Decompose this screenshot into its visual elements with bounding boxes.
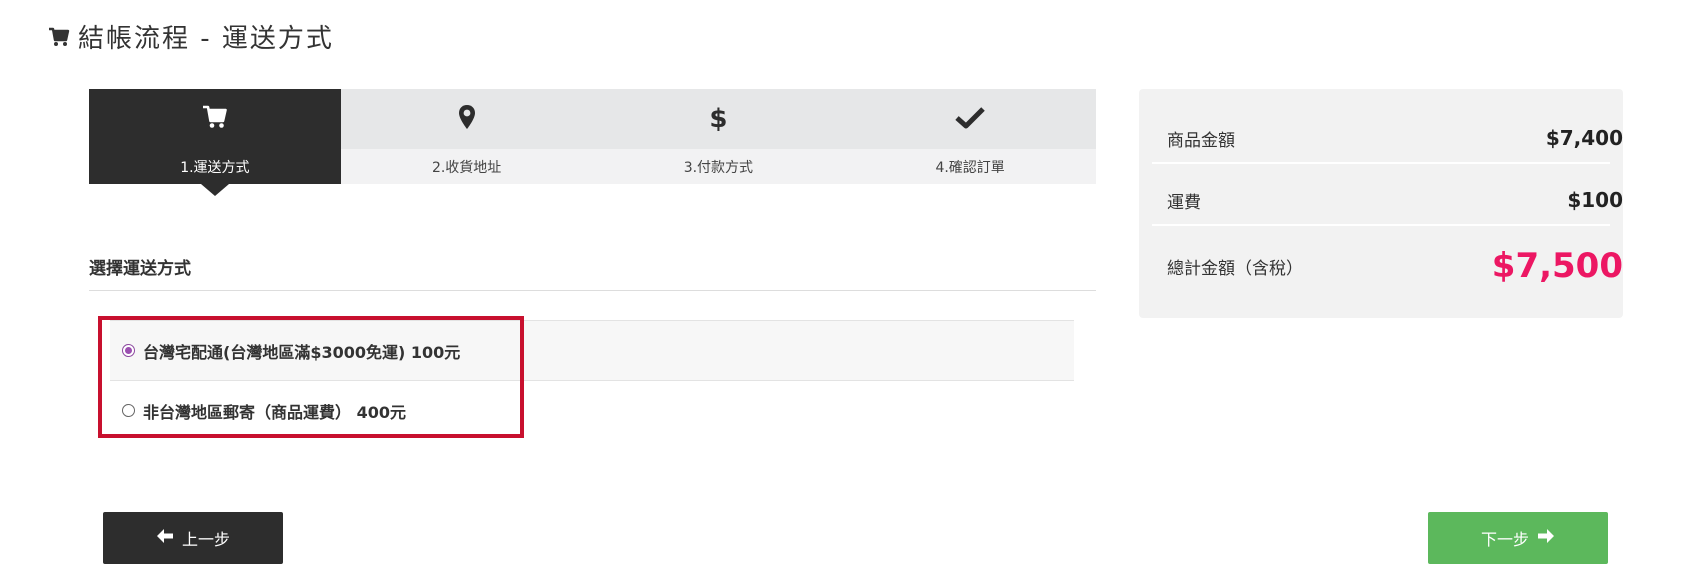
map-marker-icon [458,104,476,134]
shipping-option-label: 台灣宅配通(台灣地區滿$3000免運) 100元 [143,342,461,362]
shipping-option-taiwan[interactable]: 台灣宅配通(台灣地區滿$3000免運) 100元 [110,320,1074,380]
summary-goods-row: 商品金額 $7,400 [1167,114,1623,162]
goods-amount-value: $7,400 [1545,126,1623,150]
dollar-icon: $ [709,104,728,134]
arrow-right-icon [1537,528,1555,548]
shipping-fee-label: 運費 [1167,192,1201,213]
step-payment[interactable]: $ 3.付款方式 [592,89,845,184]
previous-button[interactable]: 上一步 [103,512,283,564]
step-label: 3.付款方式 [592,149,845,184]
summary-shipping-row: 運費 $100 [1167,176,1623,224]
shipping-options: 台灣宅配通(台灣地區滿$3000免運) 100元 非台灣地區郵寄（商品運費） 4… [110,320,1074,440]
radio-button-checked[interactable] [122,344,135,357]
shipping-fee-value: $100 [1567,188,1623,212]
checkout-page: 結帳流程 - 運送方式 1.運送方式 2.收貨地址 $ 3.付款方式 4.確認訂… [0,0,1700,578]
step-address[interactable]: 2.收貨地址 [340,89,593,184]
step-confirm[interactable]: 4.確認訂單 [844,89,1096,184]
cart-icon [202,105,228,133]
next-button[interactable]: 下一步 [1428,512,1608,564]
shipping-option-label: 非台灣地區郵寄（商品運費） 400元 [143,402,406,422]
summary-divider [1152,162,1610,164]
section-heading: 選擇運送方式 [89,259,191,279]
checkout-steps: 1.運送方式 2.收貨地址 $ 3.付款方式 4.確認訂單 [89,89,1096,184]
section-divider [89,290,1096,291]
total-amount-value: $7,500 [1491,246,1623,286]
step-label: 4.確認訂單 [844,149,1096,184]
summary-divider [1152,224,1610,226]
shipping-option-overseas[interactable]: 非台灣地區郵寄（商品運費） 400元 [110,380,1074,440]
page-title-text: 結帳流程 - 運送方式 [78,24,334,54]
previous-button-label: 上一步 [181,530,230,549]
check-icon [955,105,985,133]
step-label: 1.運送方式 [89,149,341,184]
goods-amount-label: 商品金額 [1167,130,1235,151]
cart-icon [48,27,70,47]
arrow-left-icon [156,528,174,548]
next-button-label: 下一步 [1480,530,1529,549]
page-title: 結帳流程 - 運送方式 [48,18,334,55]
summary-total-row: 總計金額（含稅） $7,500 [1167,236,1623,296]
radio-button[interactable] [122,404,135,417]
step-shipping-method[interactable]: 1.運送方式 [89,89,341,184]
step-label: 2.收貨地址 [340,149,593,184]
total-amount-label: 總計金額（含稅） [1167,258,1303,279]
